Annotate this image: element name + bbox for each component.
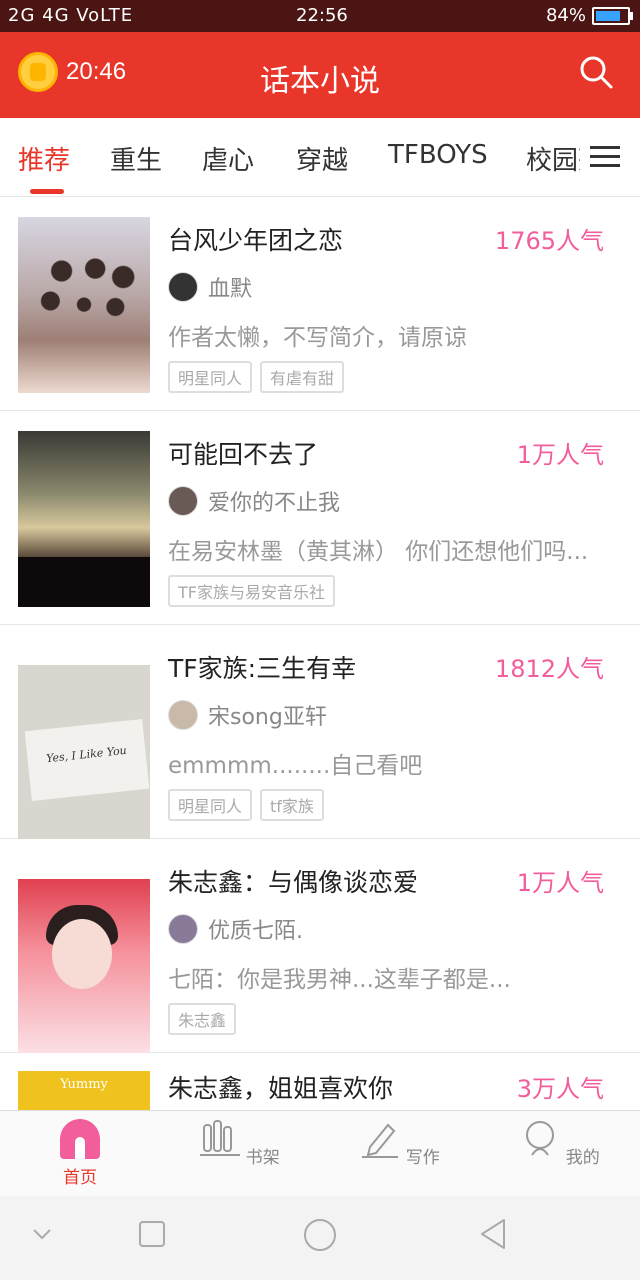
- system-nav-bar: [0, 1196, 640, 1280]
- bookshelf-icon: [200, 1120, 241, 1156]
- search-icon[interactable]: [578, 54, 614, 90]
- popularity-count: 1万人气: [516, 441, 604, 469]
- nav-label: 书架: [245, 1148, 280, 1168]
- user-icon: [526, 1121, 555, 1156]
- avatar: [168, 272, 198, 302]
- book-cover: Yes, I Like You: [18, 665, 150, 841]
- author: 优质七陌.: [168, 913, 303, 945]
- book-description: emmmm........自己看吧: [168, 753, 423, 779]
- nav-profile[interactable]: 我的: [520, 1119, 600, 1168]
- app-title: 话本小说: [260, 64, 380, 99]
- tag[interactable]: tf家族: [260, 789, 324, 821]
- popularity-count: 1万人气: [516, 869, 604, 897]
- book-cover: Yummy: [18, 1071, 150, 1110]
- book-card[interactable]: Yes, I Like You TF家族:三生有幸 1812人气 宋song亚轩…: [0, 625, 640, 841]
- book-description: 在易安林墨（黄其淋） 你们还想他们吗...: [168, 539, 589, 565]
- author-name: 优质七陌.: [208, 919, 303, 944]
- battery-indicator: 84%: [545, 5, 633, 26]
- book-card[interactable]: 台风少年团之恋 1765人气 血默 作者太懒，不写简介，请原谅 明星同人 有虐有…: [0, 197, 640, 411]
- active-tab-indicator: [30, 189, 64, 194]
- nav-bookshelf[interactable]: 书架: [200, 1119, 280, 1168]
- author: 宋song亚轩: [168, 699, 327, 731]
- tab-recommend[interactable]: 推荐: [18, 140, 70, 177]
- tag[interactable]: TF家族与易安音乐社: [168, 575, 335, 607]
- author: 血默: [168, 271, 252, 303]
- category-tabs: 推荐 重生 虐心 穿越 TFBOYS 校园死: [0, 118, 640, 197]
- book-card[interactable]: Yummy 朱志鑫，姐姐喜欢你 3万人气: [0, 1053, 640, 1110]
- popularity-count: 3万人气: [516, 1075, 604, 1103]
- nav-write[interactable]: 写作: [360, 1119, 440, 1168]
- avatar: [168, 914, 198, 944]
- back-triangle-icon[interactable]: [478, 1218, 508, 1250]
- tag-list: 明星同人 tf家族: [168, 789, 324, 821]
- tag[interactable]: 朱志鑫: [168, 1003, 237, 1035]
- author-name: 爱你的不止我: [208, 491, 341, 516]
- book-card[interactable]: 可能回不去了 1万人气 爱你的不止我 在易安林墨（黄其淋） 你们还想他们吗...…: [0, 411, 640, 625]
- status-time: 22:56: [296, 5, 348, 26]
- author-name: 血默: [208, 277, 253, 302]
- chevron-down-icon[interactable]: [30, 1226, 54, 1242]
- popularity-count: 1812人气: [494, 655, 604, 683]
- book-list[interactable]: 台风少年团之恋 1765人气 血默 作者太懒，不写简介，请原谅 明星同人 有虐有…: [0, 197, 640, 1110]
- book-cover: [18, 879, 150, 1055]
- nav-label: 写作: [405, 1148, 440, 1168]
- popularity-count: 1765人气: [494, 227, 604, 255]
- author: 爱你的不止我: [168, 485, 340, 517]
- book-title: 台风少年团之恋: [168, 226, 344, 255]
- battery-percent: 84%: [545, 5, 586, 26]
- tab-rebirth[interactable]: 重生: [110, 140, 162, 177]
- app-bar: 20:46 话本小说: [0, 32, 640, 118]
- bottom-nav: 首页 书架 写作 我的: [0, 1110, 640, 1197]
- home-icon: [60, 1119, 100, 1159]
- book-cover: [18, 217, 150, 393]
- nav-label: 我的: [565, 1148, 600, 1168]
- tag[interactable]: 有虐有甜: [260, 361, 345, 393]
- nav-label: 首页: [63, 1168, 97, 1188]
- tag-list: 朱志鑫: [168, 1003, 237, 1035]
- tag-list: 明星同人 有虐有甜: [168, 361, 345, 393]
- book-cover: [18, 431, 150, 607]
- tag-list: TF家族与易安音乐社: [168, 575, 335, 607]
- book-description: 七陌：你是我男神...这辈子都是...: [168, 967, 511, 993]
- tab-tfboys[interactable]: TFBOYS: [388, 140, 488, 170]
- book-title: 可能回不去了: [168, 440, 319, 469]
- book-card[interactable]: 朱志鑫：与偶像谈恋爱 1万人气 优质七陌. 七陌：你是我男神...这辈子都是..…: [0, 839, 640, 1055]
- book-title: 朱志鑫：与偶像谈恋爱: [168, 868, 419, 897]
- author-name: 宋song亚轩: [208, 705, 327, 730]
- book-title: TF家族:三生有幸: [168, 654, 357, 683]
- status-bar: 2G 4G VoLTE 22:56 84%: [0, 0, 640, 32]
- tab-time-travel[interactable]: 穿越: [296, 140, 348, 177]
- avatar: [168, 700, 198, 730]
- recents-square-icon[interactable]: [138, 1220, 166, 1248]
- battery-icon: [592, 6, 633, 25]
- menu-icon[interactable]: [580, 140, 630, 180]
- tag[interactable]: 明星同人: [168, 361, 253, 393]
- book-title: 朱志鑫，姐姐喜欢你: [168, 1074, 394, 1103]
- tab-heartbreak[interactable]: 虐心: [202, 140, 254, 177]
- book-description: 作者太懒，不写简介，请原谅: [168, 325, 467, 351]
- cover-text: Yes, I Like You: [24, 719, 150, 801]
- nav-home[interactable]: 首页: [40, 1119, 120, 1188]
- avatar: [168, 486, 198, 516]
- network-indicator: 2G 4G VoLTE: [8, 5, 134, 26]
- home-circle-icon[interactable]: [303, 1218, 337, 1252]
- tag[interactable]: 明星同人: [168, 789, 253, 821]
- cover-text: Yummy: [60, 1077, 108, 1092]
- pen-icon: [362, 1123, 399, 1158]
